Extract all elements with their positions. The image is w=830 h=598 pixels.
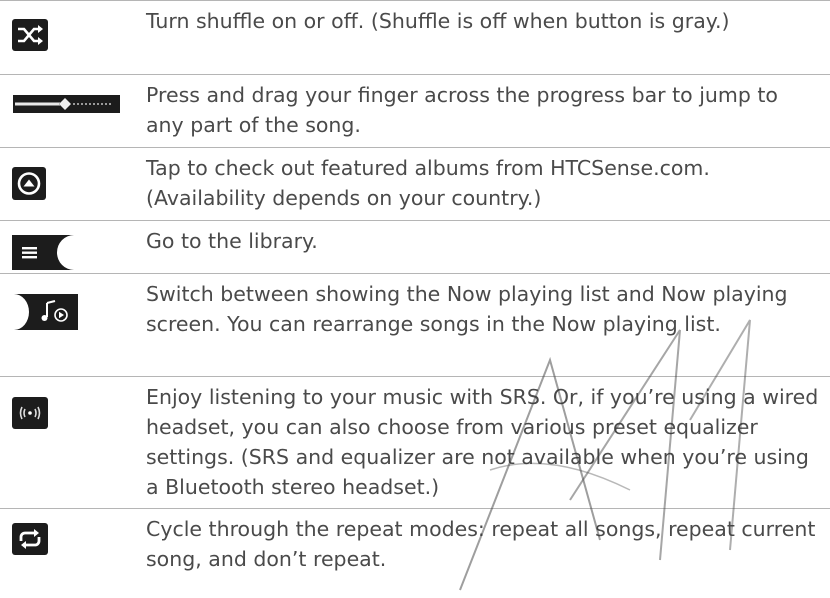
row-description: Switch between showing the Now playing l… [146, 282, 788, 336]
progress-bar-icon [13, 95, 120, 113]
table-row: Cycle through the repeat modes: repeat a… [0, 508, 830, 598]
row-description: Press and drag your finger across the pr… [146, 83, 778, 137]
controls-table: Turn shuffle on or off. (Shuffle is off … [0, 0, 830, 598]
table-row: Press and drag your finger across the pr… [0, 74, 830, 147]
now-playing-toggle-icon [14, 294, 78, 330]
row-description: Enjoy listening to your music with SRS. … [146, 385, 819, 499]
featured-albums-icon [12, 167, 46, 200]
table-row: Switch between showing the Now playing l… [0, 273, 830, 376]
repeat-icon [12, 523, 48, 555]
table-row: Go to the library. [0, 220, 830, 273]
row-description: Turn shuffle on or off. (Shuffle is off … [146, 9, 730, 33]
library-icon [12, 235, 74, 270]
table-row: Enjoy listening to your music with SRS. … [0, 376, 830, 508]
srs-icon [12, 397, 48, 429]
row-description: Tap to check out featured albums from HT… [146, 156, 710, 210]
table-row: Tap to check out featured albums from HT… [0, 147, 830, 220]
shuffle-icon [12, 19, 48, 51]
table-row: Turn shuffle on or off. (Shuffle is off … [0, 0, 830, 74]
row-description: Cycle through the repeat modes: repeat a… [146, 517, 816, 571]
row-description: Go to the library. [146, 229, 318, 253]
